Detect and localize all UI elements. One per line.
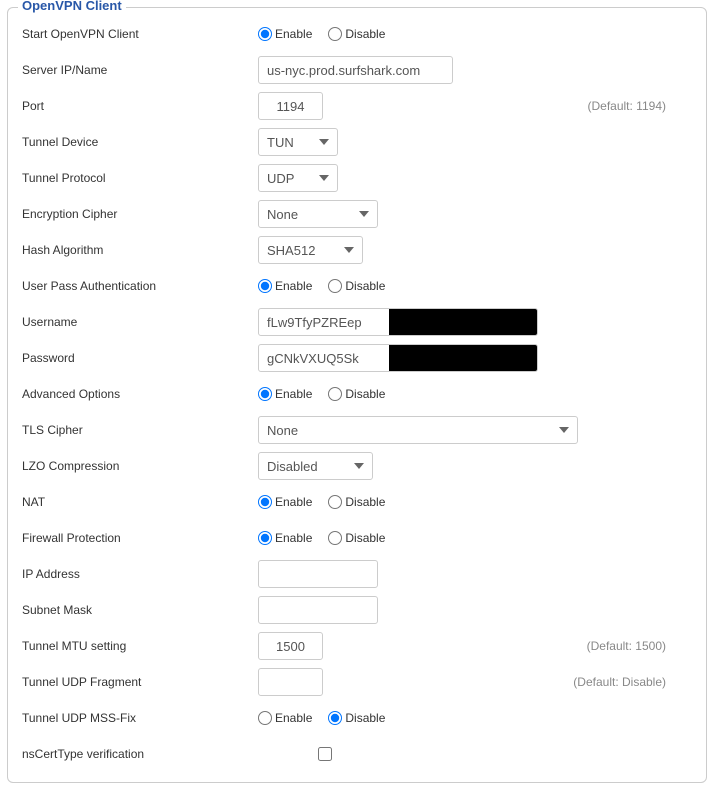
label-firewall: Firewall Protection <box>18 531 258 545</box>
label-hash: Hash Algorithm <box>18 243 258 257</box>
port-input[interactable] <box>258 92 323 120</box>
firewall-disable-radio[interactable] <box>328 531 342 545</box>
label-advanced: Advanced Options <box>18 387 258 401</box>
nat-enable-radio[interactable] <box>258 495 272 509</box>
label-start-client: Start OpenVPN Client <box>18 27 258 41</box>
row-nat: NAT Enable Disable <box>18 484 696 520</box>
subnet-input[interactable] <box>258 596 378 624</box>
firewall-disable-option[interactable]: Disable <box>328 531 385 545</box>
advanced-disable-option[interactable]: Disable <box>328 387 385 401</box>
mtu-input[interactable] <box>258 632 323 660</box>
username-field-wrap <box>258 308 538 336</box>
row-udp-fragment: Tunnel UDP Fragment (Default: Disable) <box>18 664 696 700</box>
password-redaction <box>389 344 538 372</box>
mssfix-enable-option[interactable]: Enable <box>258 711 312 725</box>
cipher-select[interactable]: None <box>258 200 378 228</box>
label-userpass: User Pass Authentication <box>18 279 258 293</box>
ip-address-input[interactable] <box>258 560 378 588</box>
openvpn-client-panel: OpenVPN Client Start OpenVPN Client Enab… <box>7 7 707 783</box>
nscert-checkbox[interactable] <box>318 747 332 761</box>
label-mss-fix: Tunnel UDP MSS-Fix <box>18 711 258 725</box>
row-mtu: Tunnel MTU setting (Default: 1500) <box>18 628 696 664</box>
row-subnet: Subnet Mask <box>18 592 696 628</box>
password-input[interactable] <box>259 345 389 371</box>
label-tunnel-device: Tunnel Device <box>18 135 258 149</box>
panel-legend: OpenVPN Client <box>18 0 126 13</box>
tls-cipher-select[interactable]: None <box>258 416 578 444</box>
label-password: Password <box>18 351 258 365</box>
row-username: Username <box>18 304 696 340</box>
start-enable-option[interactable]: Enable <box>258 27 312 41</box>
row-mss-fix: Tunnel UDP MSS-Fix Enable Disable <box>18 700 696 736</box>
tunnel-device-select[interactable]: TUN <box>258 128 338 156</box>
hash-select[interactable]: SHA512 <box>258 236 363 264</box>
nat-disable-radio[interactable] <box>328 495 342 509</box>
label-nscert: nsCertType verification <box>18 747 258 761</box>
row-tunnel-protocol: Tunnel Protocol UDP <box>18 160 696 196</box>
label-lzo: LZO Compression <box>18 459 258 473</box>
label-cipher: Encryption Cipher <box>18 207 258 221</box>
lzo-select[interactable]: Disabled <box>258 452 373 480</box>
start-disable-radio[interactable] <box>328 27 342 41</box>
row-start-client: Start OpenVPN Client Enable Disable <box>18 16 696 52</box>
row-ip-address: IP Address <box>18 556 696 592</box>
userpass-disable-option[interactable]: Disable <box>328 279 385 293</box>
label-mtu: Tunnel MTU setting <box>18 639 258 653</box>
row-firewall: Firewall Protection Enable Disable <box>18 520 696 556</box>
row-hash: Hash Algorithm SHA512 <box>18 232 696 268</box>
label-udp-fragment: Tunnel UDP Fragment <box>18 675 258 689</box>
firewall-enable-radio[interactable] <box>258 531 272 545</box>
mssfix-enable-radio[interactable] <box>258 711 272 725</box>
row-port: Port (Default: 1194) <box>18 88 696 124</box>
udp-fragment-input[interactable] <box>258 668 323 696</box>
tunnel-protocol-select[interactable]: UDP <box>258 164 338 192</box>
row-nscert: nsCertType verification <box>18 736 696 772</box>
row-advanced: Advanced Options Enable Disable <box>18 376 696 412</box>
nat-disable-option[interactable]: Disable <box>328 495 385 509</box>
advanced-enable-radio[interactable] <box>258 387 272 401</box>
advanced-disable-radio[interactable] <box>328 387 342 401</box>
nat-enable-option[interactable]: Enable <box>258 495 312 509</box>
password-field-wrap <box>258 344 538 372</box>
row-password: Password <box>18 340 696 376</box>
userpass-enable-option[interactable]: Enable <box>258 279 312 293</box>
row-tls-cipher: TLS Cipher None <box>18 412 696 448</box>
row-server: Server IP/Name <box>18 52 696 88</box>
udp-fragment-hint: (Default: Disable) <box>573 675 696 689</box>
userpass-enable-radio[interactable] <box>258 279 272 293</box>
row-lzo: LZO Compression Disabled <box>18 448 696 484</box>
firewall-enable-option[interactable]: Enable <box>258 531 312 545</box>
mtu-hint: (Default: 1500) <box>587 639 696 653</box>
label-ip-address: IP Address <box>18 567 258 581</box>
username-redaction <box>389 308 538 336</box>
username-input[interactable] <box>259 309 389 335</box>
mssfix-disable-option[interactable]: Disable <box>328 711 385 725</box>
row-cipher: Encryption Cipher None <box>18 196 696 232</box>
label-subnet: Subnet Mask <box>18 603 258 617</box>
label-tunnel-protocol: Tunnel Protocol <box>18 171 258 185</box>
start-enable-radio[interactable] <box>258 27 272 41</box>
label-nat: NAT <box>18 495 258 509</box>
row-tunnel-device: Tunnel Device TUN <box>18 124 696 160</box>
port-hint: (Default: 1194) <box>588 99 697 113</box>
label-tls-cipher: TLS Cipher <box>18 423 258 437</box>
userpass-disable-radio[interactable] <box>328 279 342 293</box>
start-disable-option[interactable]: Disable <box>328 27 385 41</box>
row-userpass: User Pass Authentication Enable Disable <box>18 268 696 304</box>
label-port: Port <box>18 99 258 113</box>
server-input[interactable] <box>258 56 453 84</box>
mssfix-disable-radio[interactable] <box>328 711 342 725</box>
advanced-enable-option[interactable]: Enable <box>258 387 312 401</box>
label-server: Server IP/Name <box>18 63 258 77</box>
label-username: Username <box>18 315 258 329</box>
